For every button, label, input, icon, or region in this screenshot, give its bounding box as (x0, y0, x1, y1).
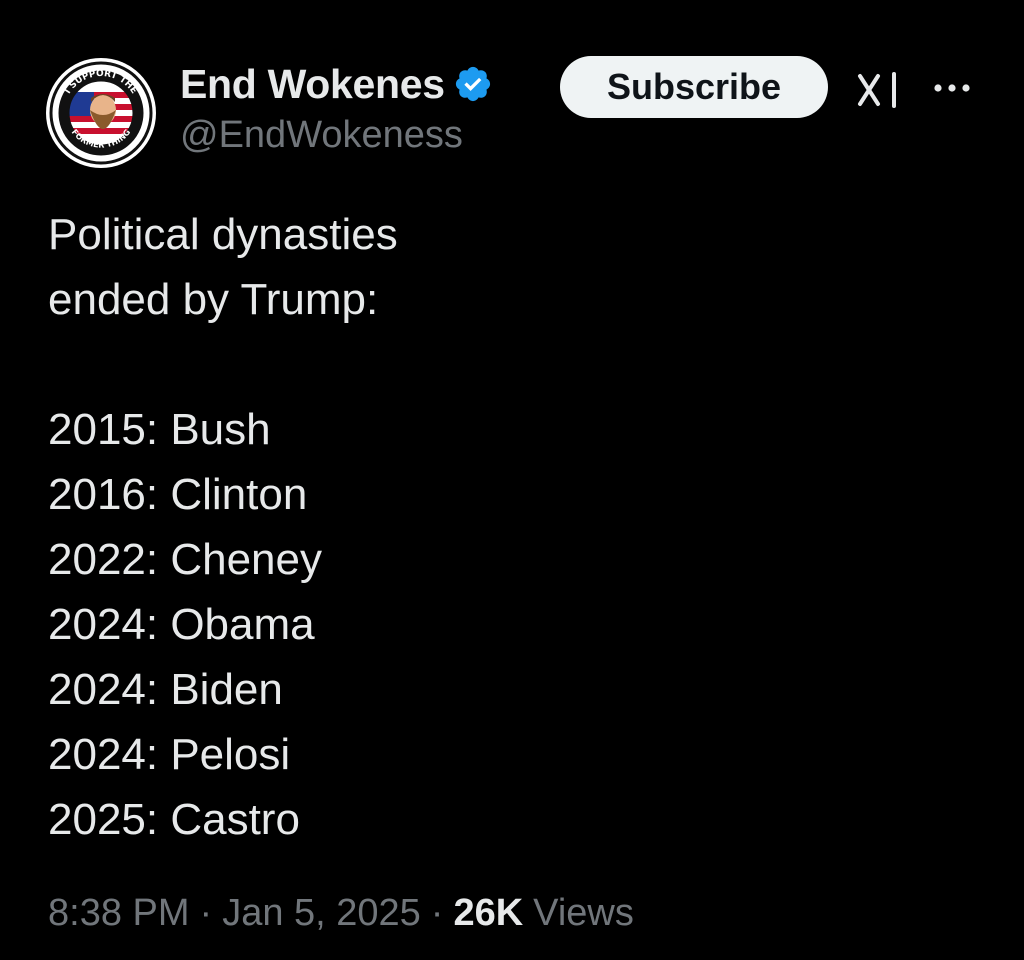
tweet-time[interactable]: 8:38 PM (48, 892, 190, 935)
avatar-logo-icon: I SUPPORT THE FORMER THING (47, 59, 155, 167)
tweet-line: 2022: Cheney (48, 535, 322, 584)
tweet-text: Political dynasties ended by Trump: 2015… (48, 202, 948, 852)
grok-icon[interactable] (856, 70, 902, 110)
tweet-line: Political dynasties (48, 210, 398, 259)
tweet-line: 2025: Castro (48, 795, 300, 844)
views-label: Views (533, 892, 634, 934)
subscribe-button[interactable]: Subscribe (560, 56, 828, 118)
name-row: End Wokenes (180, 56, 493, 112)
tweet-line: 2015: Bush (48, 405, 271, 454)
more-options-icon[interactable] (930, 74, 974, 102)
views-count[interactable]: 26K (453, 892, 523, 935)
tweet-date[interactable]: Jan 5, 2025 (222, 892, 421, 935)
tweet: I SUPPORT THE FORMER THING End Wokenes @… (0, 0, 1024, 960)
meta-separator: · (199, 892, 213, 934)
tweet-line: ended by Trump: (48, 275, 379, 324)
display-name[interactable]: End Wokenes (180, 61, 445, 108)
verified-badge-icon[interactable] (453, 64, 493, 104)
tweet-line: 2024: Obama (48, 600, 315, 649)
tweet-line: 2024: Biden (48, 665, 283, 714)
meta-separator: · (430, 892, 444, 934)
tweet-line: 2016: Clinton (48, 470, 308, 519)
avatar[interactable]: I SUPPORT THE FORMER THING (46, 58, 156, 168)
user-handle[interactable]: @EndWokeness (180, 114, 463, 157)
tweet-meta: 8:38 PM · Jan 5, 2025 · 26K Views (48, 892, 634, 935)
tweet-line: 2024: Pelosi (48, 730, 291, 779)
